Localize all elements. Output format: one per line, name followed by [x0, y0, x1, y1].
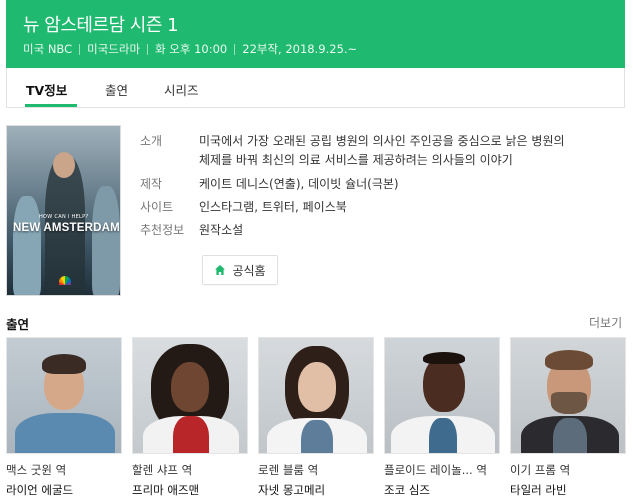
tab-cast[interactable]: 출연 [105, 80, 128, 99]
site-row: 사이트 인스타그램, 트위터, 페이스북 [140, 198, 347, 217]
site-label: 사이트 [140, 200, 174, 214]
director-link[interactable]: 케이트 데니스(연출) [199, 177, 301, 191]
intro-line-1: 미국에서 가장 오래된 공립 병원의 의사인 주인공을 중심으로 낡은 병원의 [199, 134, 565, 148]
meta-divider [234, 43, 236, 55]
cast-photo [6, 337, 122, 454]
production-value: 케이트 데니스(연출), 데이빗 슐너(극본) [199, 177, 399, 191]
cast-role: 맥스 굿윈 역 [6, 463, 67, 477]
intro-label: 소개 [140, 134, 163, 148]
cast-photo [258, 337, 374, 454]
tab-series[interactable]: 시리즈 [164, 80, 199, 99]
cast-actor[interactable]: 타일러 라빈 [510, 482, 567, 498]
tab-tv-info[interactable]: TV정보 [26, 80, 67, 99]
official-homepage-label: 공식홈 [232, 263, 266, 278]
poster-image[interactable]: HOW CAN I HELP? NEW AMSTERDAM [6, 125, 121, 296]
poster-figure [92, 186, 120, 295]
cast-actor[interactable]: 프리마 애즈맨 [132, 482, 199, 498]
cast-heading: 출연 [6, 317, 30, 332]
meta-airtime: 화 오후 10:00 [155, 42, 228, 56]
poster-title: NEW AMSTERDAM [13, 222, 120, 234]
more-link[interactable]: 더보기 [589, 314, 622, 331]
meta-network: 미국 NBC [23, 42, 73, 56]
production-label: 제작 [140, 177, 163, 191]
cast-actor[interactable]: 조코 심즈 [384, 482, 430, 498]
poster-figure-head [53, 152, 75, 178]
tab-bar: TV정보 출연 시리즈 [6, 68, 625, 108]
instagram-link[interactable]: 인스타그램 [199, 200, 254, 214]
cast-photo [132, 337, 248, 454]
title-header: 뉴 암스테르담 시즌 1 미국 NBC 미국드라마 화 오후 10:00 22부… [6, 0, 625, 68]
cast-role: 로렌 블룸 역 [258, 463, 319, 477]
intro-text: 미국에서 가장 오래된 공립 병원의 의사인 주인공을 중심으로 낡은 병원의 … [199, 132, 565, 170]
official-homepage-button[interactable]: 공식홈 [202, 255, 278, 285]
meta-episodes: 22부작, 2018.9.25.~ [242, 42, 358, 56]
cast-actor[interactable]: 라이언 에굴드 [6, 482, 73, 498]
site-value: 인스타그램, 트위터, 페이스북 [199, 200, 347, 214]
original-novel-link[interactable]: 원작소설 [199, 223, 243, 237]
cast-card[interactable]: 이기 프롬 역 타일러 라빈 [510, 337, 626, 497]
meta-divider [79, 43, 81, 55]
page-title: 뉴 암스테르담 시즌 1 [23, 15, 179, 36]
cast-photo [384, 337, 500, 454]
cast-card[interactable]: 플로이드 레이놀... 역 조코 심즈 [384, 337, 500, 497]
intro-line-2: 체제를 바꿔 최신의 의료 서비스를 제공하려는 의사들의 이야기 [199, 153, 513, 167]
poster-tagline: HOW CAN I HELP? [39, 214, 89, 220]
twitter-link[interactable]: 트위터 [262, 200, 295, 214]
cast-actor[interactable]: 자넷 몽고메리 [258, 482, 325, 498]
meta-divider [147, 43, 149, 55]
nbc-logo-icon [59, 276, 71, 285]
active-tab-indicator [25, 104, 77, 107]
cast-photo [510, 337, 626, 454]
home-icon [215, 265, 226, 275]
intro-row: 소개 미국에서 가장 오래된 공립 병원의 의사인 주인공을 중심으로 낡은 병… [140, 132, 565, 170]
recommend-row: 추천정보 원작소설 [140, 221, 243, 240]
recommend-label: 추천정보 [140, 223, 185, 237]
cast-card[interactable]: 로렌 블룸 역 자넷 몽고메리 [258, 337, 374, 497]
cast-card[interactable]: 할렌 샤프 역 프리마 애즈맨 [132, 337, 248, 497]
facebook-link[interactable]: 페이스북 [303, 200, 347, 214]
production-row: 제작 케이트 데니스(연출), 데이빗 슐너(극본) [140, 175, 399, 194]
writer-link[interactable]: 데이빗 슐너(극본) [308, 177, 398, 191]
cast-role: 이기 프롬 역 [510, 463, 571, 477]
meta-genre: 미국드라마 [87, 42, 141, 56]
meta-line: 미국 NBC 미국드라마 화 오후 10:00 22부작, 2018.9.25.… [23, 41, 357, 57]
cast-role: 플로이드 레이놀... 역 [384, 463, 487, 477]
cast-role: 할렌 샤프 역 [132, 463, 193, 477]
cast-card[interactable]: 맥스 굿윈 역 라이언 에굴드 [6, 337, 122, 497]
poster-figure [13, 196, 41, 295]
